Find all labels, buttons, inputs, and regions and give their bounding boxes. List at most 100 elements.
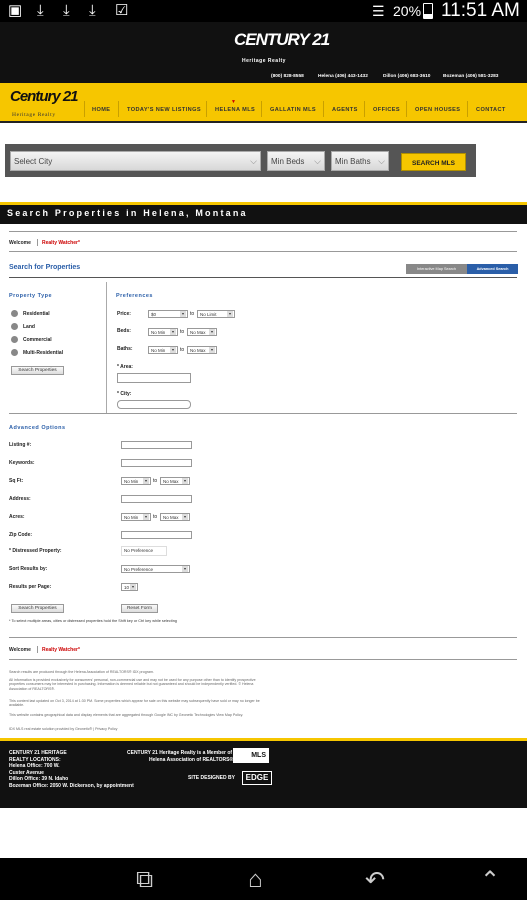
keywords-label: Keywords: — [9, 460, 35, 466]
recent-apps-icon[interactable]: ⧉ — [136, 866, 153, 894]
clipboard-check-icon: ☑ — [115, 2, 129, 19]
search-properties-button[interactable]: Search Properties — [11, 366, 64, 375]
acres-max-select[interactable]: No Max ▾ — [160, 513, 190, 521]
acres-label: Acres: — [9, 514, 25, 520]
chevron-down-icon: ⌵ — [378, 156, 385, 166]
nav-agents[interactable]: AGENTS — [332, 107, 358, 113]
selection-note: * To select multiple areas, cities or di… — [9, 619, 177, 623]
century21-logo[interactable]: CENTURY 21 — [234, 30, 330, 50]
welcome-label: Welcome — [9, 647, 31, 653]
area-label: * Area: — [117, 364, 133, 370]
download-icon: ⤓ — [37, 2, 44, 19]
footer-location-line: Custer Avenue — [9, 769, 44, 776]
area-listbox[interactable] — [117, 373, 191, 383]
nav-contact[interactable]: CONTACT — [476, 107, 506, 113]
city-select[interactable]: Select City ⌵ — [10, 151, 261, 171]
tab-interactive-map-search[interactable]: Interactive Map Search — [406, 264, 467, 274]
chevron-up-icon[interactable]: ⌃ — [480, 866, 500, 895]
mls-logo: MLS — [233, 748, 269, 763]
baths-min-select[interactable]: No Min ▾ — [148, 346, 178, 354]
footer-location-line: CENTURY 21 HERITAGE — [9, 750, 67, 756]
to-label: to — [180, 329, 185, 335]
advanced-options-heading: Advanced Options — [9, 425, 66, 431]
tab-advanced-search[interactable]: Advanced Search — [467, 264, 518, 274]
home-icon[interactable]: ⌂ — [248, 866, 263, 894]
baths-max-select[interactable]: No Max ▾ — [187, 346, 217, 354]
chevron-down-icon: ⌵ — [250, 156, 257, 166]
sqft-label: Sq Ft: — [9, 478, 24, 484]
designed-by-label: SITE DESIGNED BY — [188, 775, 235, 781]
zip-code-input[interactable] — [121, 531, 192, 539]
address-input[interactable] — [121, 495, 192, 503]
disclaimer-text: This content last updated on Oct 3, 2014… — [9, 699, 260, 708]
sort-label: Sort Results by: — [9, 566, 48, 572]
sort-results-select[interactable]: No Preference ▾ — [121, 565, 190, 573]
nav-home[interactable]: HOME — [92, 107, 110, 113]
nav-helena-mls[interactable]: HELENA MLS — [215, 107, 255, 113]
price-min-select[interactable]: $0 ▾ — [148, 310, 188, 318]
disclaimer-text: Search results are produced through the … — [9, 670, 154, 674]
wifi-icon: ☰ — [372, 3, 385, 19]
beds-max-select[interactable]: No Max ▾ — [187, 328, 217, 336]
nav-logo-subtitle: Heritage Realty — [12, 112, 56, 118]
sqft-min-select[interactable]: No Min ▾ — [121, 477, 151, 485]
main-nav — [0, 83, 527, 123]
distressed-label: * Distressed Property: — [9, 548, 62, 554]
to-label: to — [180, 347, 185, 353]
download-icon: ⤓ — [63, 2, 70, 19]
radio-commercial[interactable] — [11, 336, 18, 343]
realty-watcher-link[interactable]: Realty Watcher* — [42, 240, 80, 246]
footer-location-line: Dillon Office: 39 N. Idaho — [9, 776, 69, 783]
nav-open-houses[interactable]: OPEN HOUSES — [415, 107, 460, 113]
keywords-input[interactable] — [121, 459, 192, 467]
radio-label: Residential — [23, 311, 50, 317]
search-properties-button[interactable]: Search Properties — [11, 604, 64, 613]
listing-number-input[interactable] — [121, 441, 192, 449]
preferences-heading: Preferences — [116, 293, 153, 299]
system-nav-bar: ⧉ ⌂ ↶ ⌃ — [0, 858, 527, 900]
zip-label: Zip Code: — [9, 532, 33, 538]
disclaimer-text: IDX MLS real estate solution provided by… — [9, 727, 118, 731]
search-mls-button[interactable]: SEARCH MLS — [401, 153, 466, 171]
battery-percent: 20% — [393, 3, 422, 19]
phone-link[interactable]: (800) 828-8558 — [271, 74, 304, 79]
radio-label: Commercial — [23, 337, 52, 343]
phone-link[interactable]: Helena (406) 443-1432 — [318, 74, 368, 79]
footer-location-line: REALTY LOCATIONS: — [9, 756, 61, 763]
beds-min-select[interactable]: No Min ▾ — [148, 328, 178, 336]
download-icon: ⤓ — [89, 2, 96, 19]
price-max-select[interactable]: No Limit ▾ — [197, 310, 235, 318]
results-per-page-label: Results per Page: — [9, 584, 52, 590]
chevron-down-icon: ▼ — [231, 99, 236, 105]
distressed-listbox[interactable]: No Preference — [121, 546, 167, 556]
realty-watcher-link[interactable]: Realty Watcher* — [42, 647, 80, 653]
search-heading: Search for Properties — [9, 264, 81, 271]
battery-icon — [423, 3, 433, 19]
reset-form-button[interactable]: Reset Form — [121, 604, 158, 613]
edge-logo[interactable]: EDGE — [242, 771, 272, 785]
radio-label: Multi-Residential — [23, 350, 64, 356]
city-listbox[interactable] — [117, 400, 191, 409]
chevron-down-icon: ⌵ — [314, 156, 321, 166]
phone-list: (800) 828-8558 Helena (406) 443-1432 Dil… — [0, 72, 527, 82]
clock: 11:51 AM — [441, 0, 520, 21]
acres-min-select[interactable]: No Min ▾ — [121, 513, 151, 521]
footer-location-line: Helena Office: 700 W. — [9, 763, 60, 770]
radio-land[interactable] — [11, 323, 18, 330]
century21-logo-subtitle: Heritage Realty — [242, 58, 286, 64]
min-baths-select[interactable]: Min Baths ⌵ — [331, 151, 389, 171]
radio-residential[interactable] — [11, 310, 18, 317]
radio-multi-residential[interactable] — [11, 349, 18, 356]
nav-logo[interactable]: Century 21 — [10, 88, 79, 105]
nav-offices[interactable]: OFFICES — [373, 107, 400, 113]
results-per-page-select[interactable]: 10 ▾ — [121, 583, 138, 591]
min-beds-select[interactable]: Min Beds ⌵ — [267, 151, 325, 171]
to-label: to — [190, 311, 195, 317]
back-icon[interactable]: ↶ — [365, 866, 385, 895]
sqft-max-select[interactable]: No Max ▾ — [160, 477, 190, 485]
phone-link[interactable]: Bozeman (406) 581-3283 — [443, 74, 498, 79]
nav-gallatin-mls[interactable]: GALLATIN MLS — [270, 107, 316, 113]
to-label: to — [153, 514, 158, 520]
nav-todays-new-listings[interactable]: TODAY'S NEW LISTINGS — [127, 107, 201, 113]
phone-link[interactable]: Dillon (406) 683-3610 — [383, 74, 430, 79]
